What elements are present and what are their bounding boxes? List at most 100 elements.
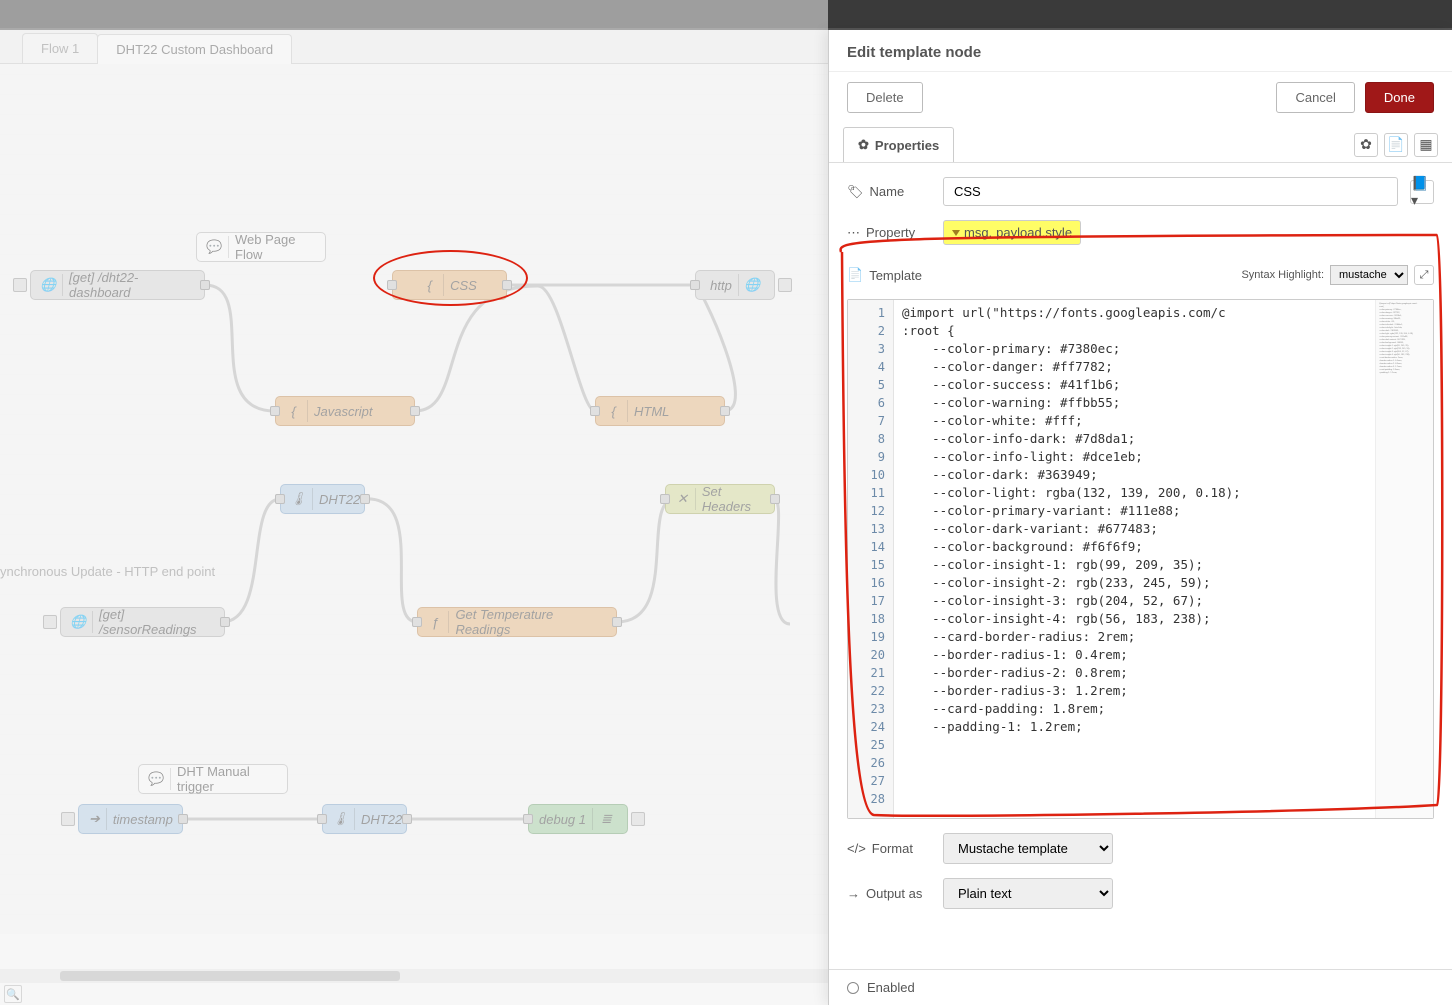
delete-button[interactable]: Delete — [847, 82, 923, 113]
globe-icon: 🌐 — [71, 611, 93, 633]
in-port[interactable] — [387, 280, 397, 290]
tab-flow1[interactable]: Flow 1 — [22, 33, 98, 63]
out-port[interactable] — [410, 406, 420, 416]
property-label: ⋯Property — [847, 225, 931, 241]
node-settings-button[interactable]: ✿ — [1354, 133, 1378, 157]
format-select[interactable]: Mustache template — [943, 833, 1113, 864]
code-icon: </> — [847, 841, 866, 856]
flow-canvas[interactable]: 💬 Web Page Flow 🌐 [get] /dht22-dashboard… — [0, 64, 828, 934]
node-label: debug 1 — [539, 812, 586, 827]
change-icon: ✕ — [676, 488, 696, 510]
comment-manual[interactable]: 💬 DHT Manual trigger — [138, 764, 288, 794]
node-handle[interactable] — [13, 278, 27, 292]
in-port[interactable] — [412, 617, 422, 627]
node-html[interactable]: { HTML — [595, 396, 725, 426]
node-label: DHT22 — [361, 812, 402, 827]
node-css[interactable]: { CSS — [392, 270, 507, 300]
comment-icon: 💬 — [207, 236, 229, 258]
properties-tab[interactable]: ✿ Properties — [843, 127, 954, 162]
node-set-headers[interactable]: ✕ Set Headers — [665, 484, 775, 514]
property-chip[interactable]: msg. payload.style — [943, 220, 1081, 245]
node-label: Get Temperature Readings — [455, 607, 606, 637]
name-type-button[interactable]: 📘▾ — [1410, 180, 1434, 204]
template-icon: { — [286, 400, 308, 422]
arrow-right-icon: → — [847, 886, 860, 901]
search-icon: 🔍 — [6, 988, 20, 1001]
out-port[interactable] — [612, 617, 622, 627]
in-port[interactable] — [590, 406, 600, 416]
out-port[interactable] — [502, 280, 512, 290]
node-timestamp[interactable]: ➔ timestamp — [78, 804, 183, 834]
node-label: timestamp — [113, 812, 173, 827]
node-get-dashboard[interactable]: 🌐 [get] /dht22-dashboard — [30, 270, 205, 300]
in-port[interactable] — [317, 814, 327, 824]
node-label: http — [710, 278, 732, 293]
minimap[interactable]: @import url("https://fonts.googleapis.co… — [1375, 300, 1433, 818]
property-prefix: msg. — [964, 225, 992, 240]
out-port[interactable] — [770, 494, 780, 504]
in-port[interactable] — [660, 494, 670, 504]
out-port[interactable] — [200, 280, 210, 290]
in-port[interactable] — [270, 406, 280, 416]
in-port[interactable] — [690, 280, 700, 290]
inject-button[interactable] — [61, 812, 75, 826]
format-label: </>Format — [847, 841, 931, 856]
cancel-button[interactable]: Cancel — [1276, 82, 1354, 113]
section-label: ynchronous Update - HTTP end point — [0, 564, 215, 579]
out-port[interactable] — [402, 814, 412, 824]
out-port[interactable] — [178, 814, 188, 824]
template-label: Template — [869, 268, 922, 283]
node-label: Javascript — [314, 404, 373, 419]
enabled-toggle[interactable] — [847, 982, 859, 994]
syntax-select[interactable]: mustache — [1330, 265, 1408, 285]
output-select[interactable]: Plain text — [943, 878, 1113, 909]
horizontal-scrollbar[interactable] — [0, 969, 828, 983]
drawer-title: Edit template node — [847, 44, 981, 61]
search-button[interactable]: 🔍 — [4, 985, 22, 1003]
sensor-icon: 🌡 — [333, 808, 355, 830]
node-dht22-b[interactable]: 🌡 DHT22 — [322, 804, 407, 834]
in-port[interactable] — [275, 494, 285, 504]
node-handle[interactable] — [631, 812, 645, 826]
node-http[interactable]: http 🌐 — [695, 270, 775, 300]
name-label: 🏷Name — [847, 184, 931, 200]
gear-icon: ✿ — [858, 137, 869, 153]
out-port[interactable] — [360, 494, 370, 504]
scrollbar-thumb[interactable] — [60, 971, 400, 981]
node-debug[interactable]: debug 1 ≣ — [528, 804, 628, 834]
tab-dht22-dashboard[interactable]: DHT22 Custom Dashboard — [97, 34, 292, 64]
comment-label: DHT Manual trigger — [177, 764, 277, 794]
expand-button[interactable]: ⤢ — [1414, 265, 1434, 285]
node-label: [get] /dht22-dashboard — [69, 270, 194, 300]
code-content[interactable]: @import url("https://fonts.googleapis.co… — [894, 300, 1375, 818]
node-handle[interactable] — [43, 615, 57, 629]
node-dht22-a[interactable]: 🌡 DHT22 — [280, 484, 365, 514]
enabled-label: Enabled — [867, 980, 915, 995]
output-label: →Output as — [847, 886, 931, 901]
node-javascript[interactable]: { Javascript — [275, 396, 415, 426]
globe-icon: 🌐 — [738, 274, 760, 296]
done-button[interactable]: Done — [1365, 82, 1434, 113]
template-icon: 📄 — [847, 267, 863, 283]
out-port[interactable] — [720, 406, 730, 416]
name-input[interactable] — [943, 177, 1398, 206]
node-docs-button[interactable]: 📄 — [1384, 133, 1408, 157]
debug-icon: ≣ — [592, 808, 614, 830]
node-handle[interactable] — [778, 278, 792, 292]
node-appearance-button[interactable]: ▦ — [1414, 133, 1438, 157]
inject-icon: ➔ — [89, 808, 107, 830]
comment-web-page-flow[interactable]: 💬 Web Page Flow — [196, 232, 326, 262]
comment-icon: 💬 — [149, 768, 171, 790]
tag-icon: 🏷 — [847, 184, 864, 200]
node-label: DHT22 — [319, 492, 360, 507]
out-port[interactable] — [220, 617, 230, 627]
node-get-temp[interactable]: ƒ Get Temperature Readings — [417, 607, 617, 637]
book-icon: 📘▾ — [1411, 175, 1433, 209]
in-port[interactable] — [523, 814, 533, 824]
function-icon: ƒ — [428, 611, 449, 633]
sensor-icon: 🌡 — [291, 488, 313, 510]
template-icon: { — [606, 400, 628, 422]
template-editor[interactable]: 1234567891011121314151617181920212223242… — [847, 299, 1434, 819]
node-get-sensor[interactable]: 🌐 [get] /sensorReadings — [60, 607, 225, 637]
node-label: [get] /sensorReadings — [99, 607, 214, 637]
